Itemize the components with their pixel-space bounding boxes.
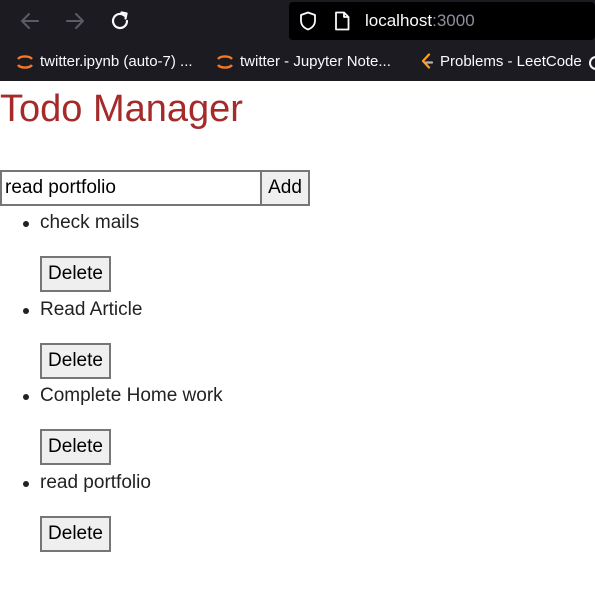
back-button[interactable] [17,8,43,34]
bookmark-label: twitter.ipynb (auto-7) ... [40,53,193,70]
url-host: localhost [365,11,433,30]
delete-button[interactable]: Delete [40,256,111,292]
add-button[interactable]: Add [260,170,310,206]
bookmark-twitter-jupyter[interactable]: twitter - Jupyter Note... [216,42,391,81]
todo-item: Complete Home work Delete [0,379,400,466]
todo-list: check mails Delete Read Article Delete C… [0,206,400,553]
browser-toolbar: localhost:3000 [0,0,595,42]
bookmark-leetcode[interactable]: Problems - LeetCode [420,42,582,81]
reload-icon [111,11,129,30]
bullet [23,221,29,227]
leetcode-icon [420,52,434,71]
overflow-bookmark-icon[interactable] [589,56,595,70]
bullet [23,394,29,401]
shield-icon[interactable] [299,11,317,31]
arrow-right-icon [66,13,84,29]
todo-text: Read Article [40,298,143,320]
forward-button[interactable] [62,8,88,34]
delete-button[interactable]: Delete [40,516,111,553]
todo-item: check mails Delete [0,206,400,293]
page-title: Todo Manager [0,88,243,130]
bullet [23,481,29,488]
bookmarks-bar: twitter.ipynb (auto-7) ... twitter - Jup… [0,42,595,81]
jupyter-icon [16,52,34,72]
delete-button[interactable]: Delete [40,429,111,466]
reload-button[interactable] [107,8,133,34]
address-bar[interactable]: localhost:3000 [289,2,595,40]
todo-form: Add [0,170,310,206]
arrow-left-icon [21,13,39,29]
jupyter-icon [216,52,234,72]
todo-text: read portfolio [40,472,151,494]
url-text[interactable]: localhost:3000 [365,11,475,31]
bullet [23,307,29,314]
todo-input[interactable] [0,170,260,206]
url-port: :3000 [432,11,475,30]
bookmark-label: Problems - LeetCode [440,53,582,70]
todo-text: check mails [40,212,140,233]
bookmark-label: twitter - Jupyter Note... [240,53,391,70]
bookmark-twitter-ipynb[interactable]: twitter.ipynb (auto-7) ... [16,42,193,81]
page-icon[interactable] [334,11,350,31]
todo-text: Complete Home work [40,385,223,407]
todo-item: Read Article Delete [0,293,400,380]
delete-button[interactable]: Delete [40,342,111,379]
todo-item: read portfolio Delete [0,466,400,553]
